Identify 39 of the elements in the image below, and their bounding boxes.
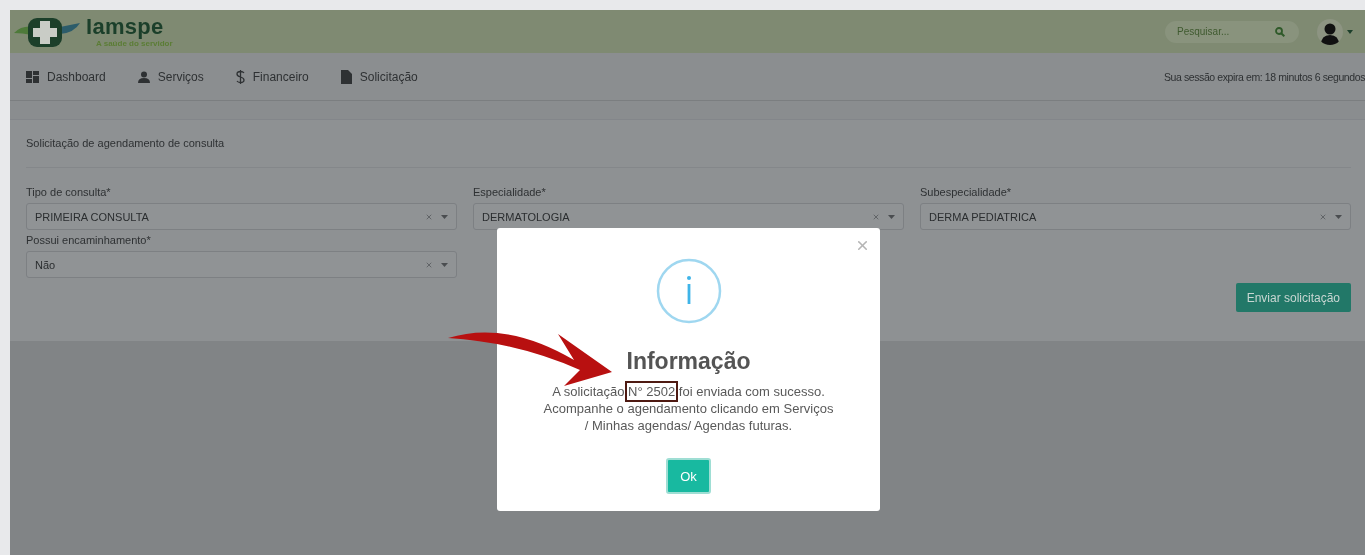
logo-subtitle: A saúde do servidor [96, 39, 173, 48]
clear-icon[interactable] [1319, 212, 1327, 221]
caret-icon [888, 214, 895, 219]
field-label: Possui encaminhamento* [26, 234, 152, 246]
user-silhouette-icon [1321, 22, 1339, 45]
caret-icon [1335, 214, 1342, 219]
clear-icon[interactable] [872, 212, 880, 221]
search-icon [1275, 26, 1285, 37]
dialog-message: A solicitação N° 2502 foi enviada com sucesso. Acompanhe o agendamento clicando em Serviços / Minhas agendas/ Agendas futuras. [540, 383, 837, 434]
field-label: Subespecialidade* [920, 186, 1013, 198]
nav-link[interactable]: Solicitação [340, 69, 418, 84]
logo-title: Iamspe [86, 15, 164, 38]
select-field[interactable]: PRIMEIRA CONSULTA [26, 203, 457, 230]
caret-icon[interactable] [1347, 29, 1353, 34]
session-timer: Sua sessão expira em: 18 minutos 6 segundos [1163, 70, 1365, 83]
select-field[interactable]: DERMA PEDIATRICA [920, 203, 1351, 230]
dashboard-icon [26, 70, 39, 83]
ok-button[interactable]: Ok [666, 458, 711, 494]
dollar-icon [235, 69, 245, 84]
avatar-button[interactable] [1317, 18, 1343, 45]
field-label: Tipo de consulta* [26, 186, 112, 198]
select-field[interactable]: DERMATOLOGIA [473, 203, 904, 230]
select-field[interactable]: Não [26, 251, 457, 278]
card-title: Solicitação de agendamento de consulta [26, 120, 1351, 168]
close-button[interactable] [855, 238, 870, 253]
file-icon [340, 69, 352, 84]
caret-icon [441, 262, 448, 267]
caret-icon [441, 214, 448, 219]
dialog-title: Informação [626, 348, 751, 375]
field-label: Especialidade* [473, 186, 547, 198]
info-icon [655, 258, 722, 324]
nav-link[interactable]: Dashboard [26, 69, 106, 84]
search-field[interactable]: Pesquisar... [1165, 20, 1299, 43]
submit-button[interactable]: Enviar solicitação [1235, 283, 1351, 312]
nav-link[interactable]: Serviços [137, 69, 204, 84]
clear-icon[interactable] [425, 260, 433, 269]
nav-link[interactable]: Financeiro [235, 69, 309, 84]
clear-icon[interactable] [425, 212, 433, 221]
user-icon [137, 70, 150, 83]
